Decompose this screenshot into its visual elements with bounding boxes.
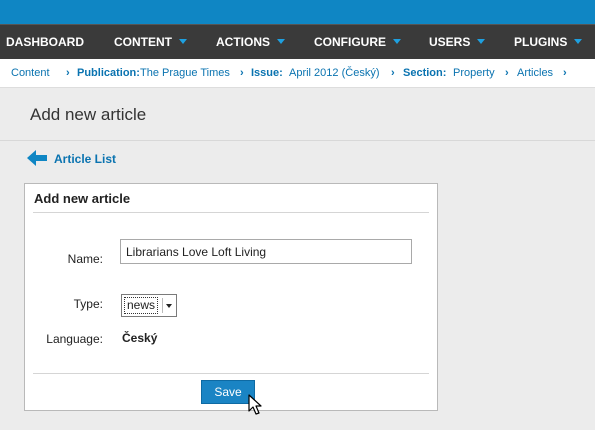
breadcrumb-separator: › — [563, 67, 567, 79]
breadcrumb-issue-label: Issue: — [251, 67, 283, 79]
divider — [33, 212, 429, 213]
nav-item-actions[interactable]: ACTIONS — [216, 25, 285, 60]
breadcrumb-separator: › — [391, 67, 395, 79]
breadcrumb-issue-link[interactable]: April 2012 (Český) — [289, 59, 379, 87]
add-article-form: Add new article Name: Type: news Languag… — [24, 183, 438, 411]
caret-down-icon — [179, 39, 187, 44]
breadcrumb-articles-link[interactable]: Articles — [517, 59, 553, 87]
dropdown-button[interactable] — [162, 298, 174, 313]
main-navigation: DASHBOARD CONTENT ACTIONS CONFIGURE USER… — [0, 24, 595, 59]
page-title: Add new article — [30, 105, 147, 124]
breadcrumb-separator: › — [505, 67, 509, 79]
article-name-input[interactable] — [120, 239, 412, 264]
nav-item-label: USERS — [429, 35, 471, 49]
type-label: Type: — [73, 297, 103, 311]
back-link-label[interactable]: Article List — [54, 152, 116, 166]
page-header: Add new article — [0, 89, 595, 141]
nav-item-content[interactable]: CONTENT — [114, 25, 187, 60]
caret-down-icon — [574, 39, 583, 44]
caret-down-icon — [166, 304, 172, 308]
breadcrumb-section-label: Section: — [403, 67, 447, 79]
nav-item-label: CONFIGURE — [314, 35, 386, 49]
nav-item-label: ACTIONS — [216, 35, 270, 49]
divider — [33, 373, 429, 374]
nav-item-label: DASHBOARD — [6, 35, 84, 49]
form-title: Add new article — [34, 191, 131, 206]
breadcrumb-separator: › — [66, 67, 70, 79]
breadcrumb: Content › Publication: The Prague Times … — [0, 59, 595, 88]
name-label: Name: — [67, 252, 103, 266]
nav-item-dashboard[interactable]: DASHBOARD — [6, 25, 84, 60]
breadcrumb-publication-link[interactable]: The Prague Times — [140, 59, 230, 87]
article-type-select[interactable]: news — [121, 294, 177, 317]
nav-item-users[interactable]: USERS — [429, 25, 486, 60]
nav-item-configure[interactable]: CONFIGURE — [314, 25, 401, 60]
breadcrumb-publication-label: Publication: — [77, 67, 140, 79]
mouse-pointer-icon — [248, 394, 262, 415]
save-button[interactable]: Save — [201, 380, 255, 404]
breadcrumb-section-link[interactable]: Property — [453, 59, 495, 87]
caret-down-icon — [477, 39, 486, 44]
caret-down-icon — [277, 39, 285, 44]
language-value: Český — [122, 331, 158, 345]
arrow-left-icon — [27, 150, 47, 166]
top-accent-bar — [0, 0, 595, 24]
language-label: Language: — [46, 332, 103, 346]
breadcrumb-content-link[interactable]: Content — [11, 59, 50, 87]
caret-down-icon — [393, 39, 401, 44]
type-selected-value: news — [124, 297, 159, 314]
nav-item-label: PLUGINS — [514, 35, 568, 49]
nav-item-plugins[interactable]: PLUGINS — [514, 25, 583, 60]
breadcrumb-separator: › — [240, 67, 244, 79]
nav-item-label: CONTENT — [114, 35, 172, 49]
